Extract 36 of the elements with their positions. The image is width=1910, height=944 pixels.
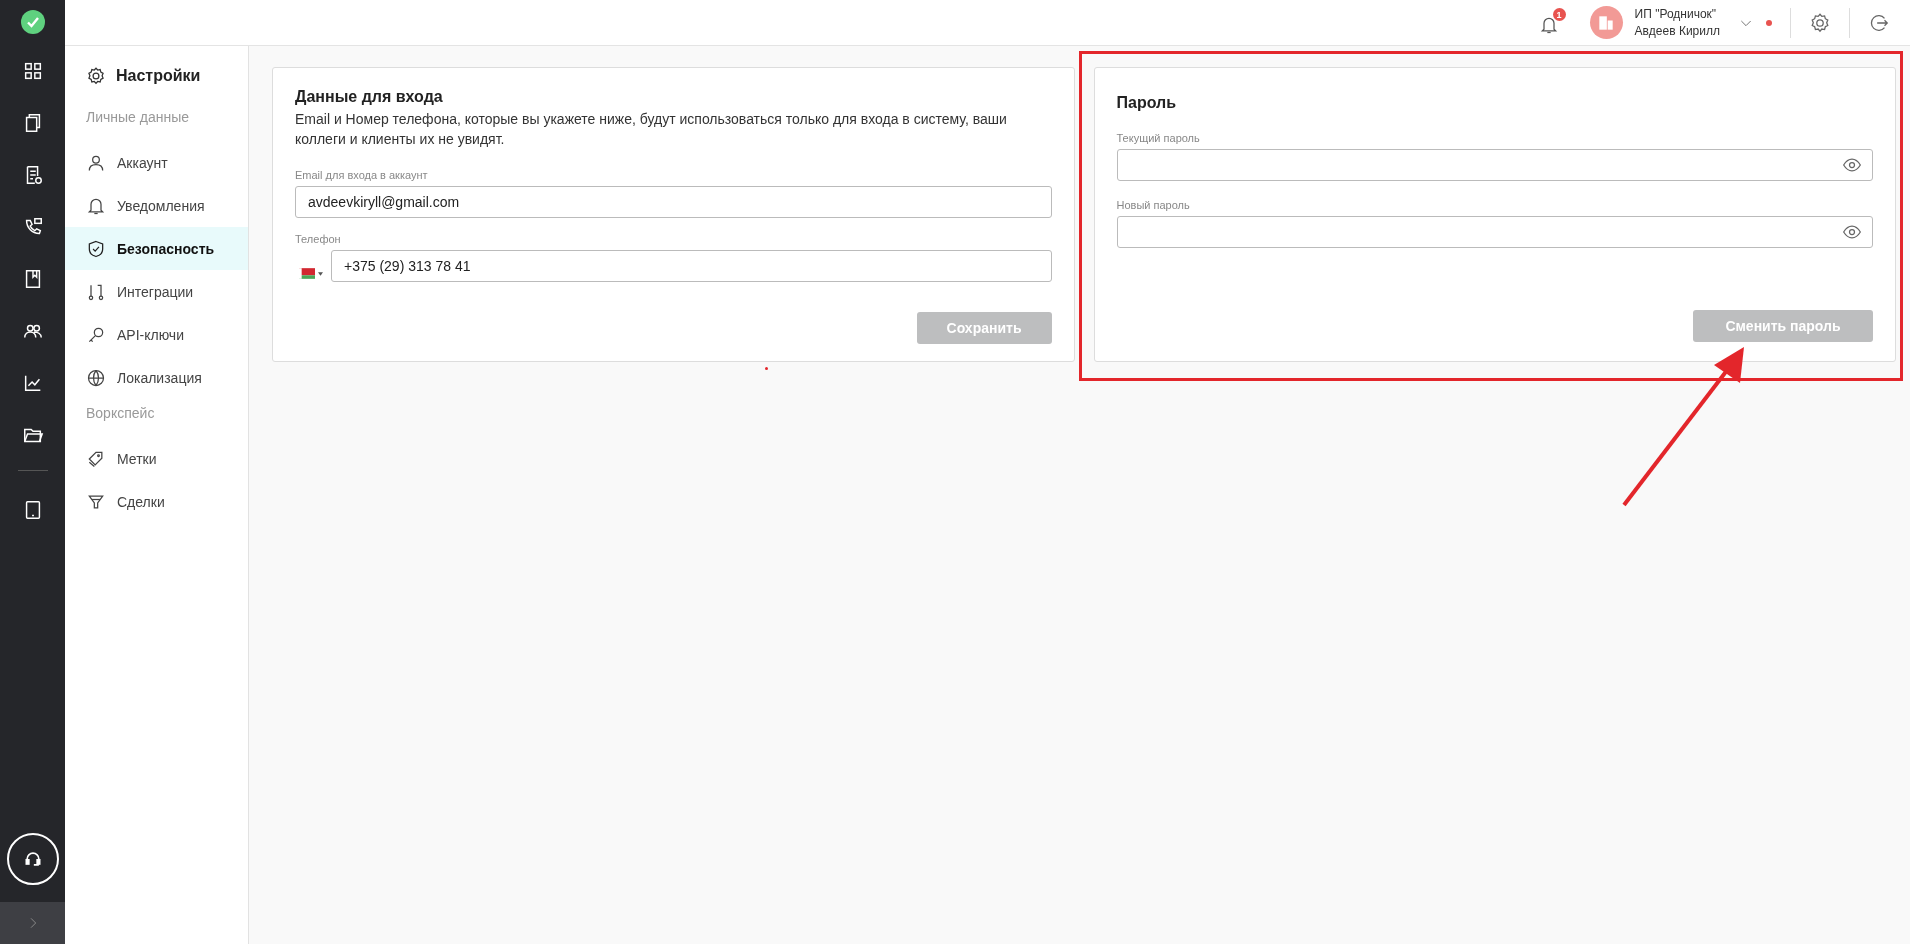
section-heading: Воркспейс <box>85 404 156 423</box>
sidebar-item[interactable]: Уведомления <box>65 184 248 227</box>
email-field[interactable]: avdeevkiryll@gmail.com <box>295 186 1052 218</box>
sidebar-item[interactable]: Локализация <box>65 356 248 399</box>
phone-field[interactable]: +375 (29) 313 78 41 <box>331 250 1052 282</box>
password-field[interactable] <box>1116 216 1873 248</box>
notification-badge: 1 <box>1552 8 1566 21</box>
section-heading: Личные данные <box>85 108 191 127</box>
annotation-dot <box>765 367 768 370</box>
sidebar-item[interactable]: API-ключи <box>65 313 248 356</box>
logo-icon[interactable] <box>20 10 45 36</box>
notification-button[interactable]: 1 <box>1536 8 1566 37</box>
card-title: Данные для входа <box>295 88 444 106</box>
field-label: Телефон <box>295 233 342 245</box>
card-title: Пароль <box>1116 94 1178 112</box>
password-field[interactable] <box>1116 149 1873 181</box>
field-label: Текущий пароль <box>1116 132 1201 144</box>
sidebar-item[interactable]: Аккаунт <box>65 141 248 184</box>
gear-icon <box>86 66 106 86</box>
company-name: ИП "Родничок" <box>1634 5 1718 23</box>
user-name: Авдеев Кирилл <box>1634 22 1720 40</box>
sidebar-item[interactable]: Интеграции <box>65 270 248 313</box>
sidebar-item[interactable]: Безопасность <box>65 227 248 270</box>
sidebar-title: Настройки <box>116 67 201 85</box>
flag-icon <box>299 268 315 279</box>
sidebar-item[interactable]: Сделки <box>65 480 248 523</box>
card-description: Email и Номер телефона, которые вы укажете ниже, будут использоваться только для входа в систему, ваши коллеги и клиенты их не увидят. <box>295 110 1008 149</box>
menu-icon <box>86 238 106 259</box>
menu-icon <box>86 367 106 388</box>
support-button[interactable] <box>6 833 59 885</box>
sidebar-item[interactable]: Метки <box>65 437 248 480</box>
settings-icon[interactable] <box>1809 11 1831 34</box>
field-label: Новый пароль <box>1116 199 1191 211</box>
status-dot <box>1766 19 1772 26</box>
field-label: Email для входа в аккаунт <box>295 169 429 181</box>
caret-icon <box>318 271 323 276</box>
